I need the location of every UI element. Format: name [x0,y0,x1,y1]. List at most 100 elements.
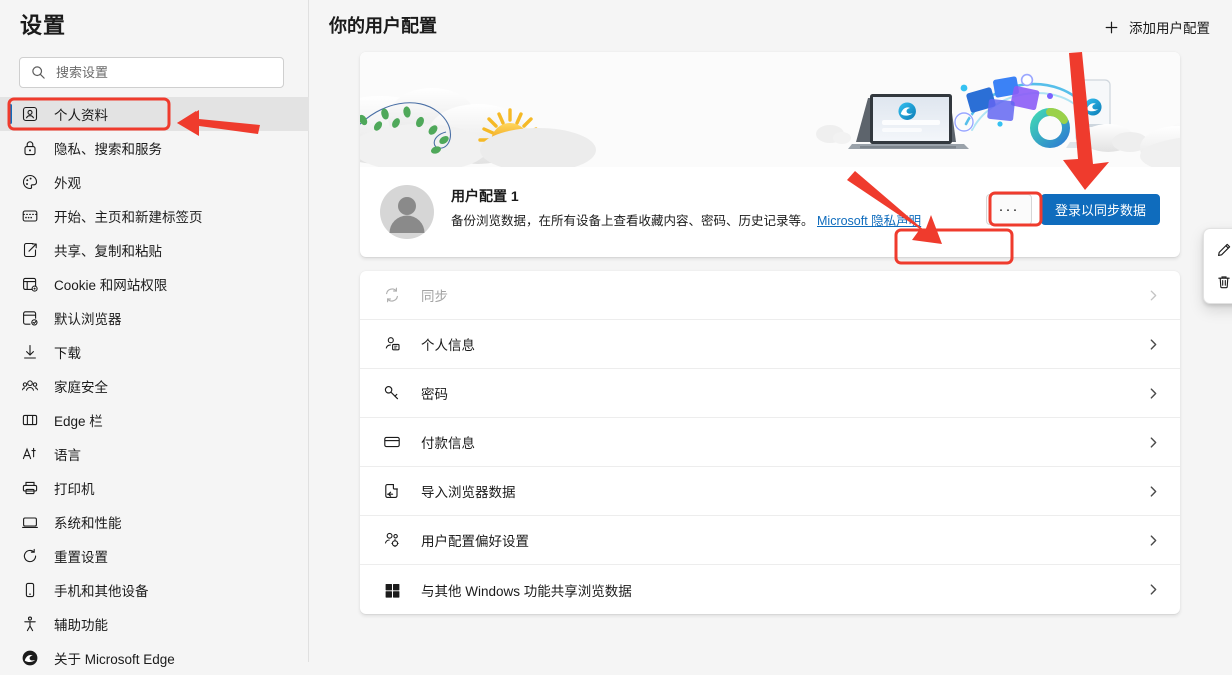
sidebar-item-label: 下载 [54,342,81,362]
system-icon [20,512,40,532]
sidebar-item-label: 关于 Microsoft Edge [54,648,175,668]
window-icon [20,206,40,226]
sidebar-item-edge-bar[interactable]: Edge 栏 [0,403,309,437]
page-title: 你的用户配置 [329,12,437,38]
default-browser-icon [20,308,40,328]
sidebar-item-system-performance[interactable]: 系统和性能 [0,505,309,539]
sidebar-nav-list: 个人资料 隐私、搜索和服务 [0,97,309,675]
sidebar-item-profile[interactable]: 个人资料 [0,97,309,131]
context-menu-item-edit[interactable]: 编辑 [1204,234,1232,266]
sidebar-item-accessibility[interactable]: 辅助功能 [0,607,309,641]
share-icon [20,240,40,260]
profile-prefs-icon [382,530,402,550]
sidebar-item-family-safety[interactable]: 家庭安全 [0,369,309,403]
settings-row-label: 个人信息 [421,334,1147,354]
sidebar-item-share-copy-paste[interactable]: 共享、复制和粘贴 [0,233,309,267]
sidebar-item-label: 隐私、搜索和服务 [54,138,162,158]
sidebar-item-phone-other-devices[interactable]: 手机和其他设备 [0,573,309,607]
settings-row-payment-info[interactable]: 付款信息 [360,418,1180,467]
sidebar-item-cookies[interactable]: Cookie 和网站权限 [0,267,309,301]
settings-row-label: 密码 [421,383,1147,403]
reset-icon [20,546,40,566]
chevron-right-icon [1147,289,1160,302]
sidebar-item-label: 重置设置 [54,546,108,566]
profile-icon [20,104,40,124]
sidebar-item-appearance[interactable]: 外观 [0,165,309,199]
lock-icon [20,138,40,158]
settings-row-label: 付款信息 [421,432,1147,452]
sidebar-item-downloads[interactable]: 下载 [0,335,309,369]
settings-row-profile-preferences[interactable]: 用户配置偏好设置 [360,516,1180,565]
chevron-right-icon [1147,534,1160,547]
context-menu-item-delete[interactable]: 删除 [1204,266,1232,298]
settings-row-label: 导入浏览器数据 [421,481,1147,501]
more-options-button[interactable]: ··· [986,194,1032,225]
sidebar-item-label: 系统和性能 [54,512,122,532]
profile-card: 用户配置 1 备份浏览数据，在所有设备上查看收藏内容、密码、历史记录等。 Mic… [360,52,1180,257]
sidebar-item-default-browser[interactable]: 默认浏览器 [0,301,309,335]
sidebar: 设置 个人资料 [0,0,309,662]
palette-icon [20,172,40,192]
chevron-right-icon [1147,387,1160,400]
more-dots-icon: ··· [998,205,1019,215]
sidebar-item-label: 语言 [54,444,81,464]
windows-icon [382,580,402,600]
privacy-statement-link[interactable]: Microsoft 隐私声明 [817,214,921,228]
profile-context-menu: 编辑 删除 [1203,228,1232,304]
edge-bar-icon [20,410,40,430]
sidebar-item-printers[interactable]: 打印机 [0,471,309,505]
sidebar-item-label: 开始、主页和新建标签页 [54,206,203,226]
profile-settings-list: 同步 个人信息 [360,271,1180,614]
page-title-settings: 设置 [20,8,66,40]
search-icon [31,65,46,80]
settings-row-sync[interactable]: 同步 [360,271,1180,320]
settings-row-personal-info[interactable]: 个人信息 [360,320,1180,369]
settings-row-label: 同步 [421,285,1147,305]
profile-description-text: 备份浏览数据，在所有设备上查看收藏内容、密码、历史记录等。 [451,214,814,228]
sidebar-item-privacy[interactable]: 隐私、搜索和服务 [0,131,309,165]
download-icon [20,342,40,362]
phone-icon [20,580,40,600]
sidebar-item-label: 手机和其他设备 [54,580,149,600]
chevron-right-icon [1147,583,1160,596]
settings-row-share-with-windows[interactable]: 与其他 Windows 功能共享浏览数据 [360,565,1180,614]
sidebar-item-label: Edge 栏 [54,410,103,430]
profile-actions: ··· 登录以同步数据 [986,194,1160,225]
chevron-right-icon [1147,338,1160,351]
profile-row: 用户配置 1 备份浏览数据，在所有设备上查看收藏内容、密码、历史记录等。 Mic… [360,167,1180,257]
sidebar-item-languages[interactable]: 语言 [0,437,309,471]
sidebar-item-label: 共享、复制和粘贴 [54,240,162,260]
chevron-right-icon [1147,485,1160,498]
language-icon [20,444,40,464]
plus-icon [1104,20,1119,35]
cookie-permissions-icon [20,274,40,294]
sign-in-sync-button[interactable]: 登录以同步数据 [1041,194,1160,225]
printer-icon [20,478,40,498]
main-content: 你的用户配置 添加用户配置 [309,0,1232,662]
avatar [380,185,434,239]
add-profile-button[interactable]: 添加用户配置 [1104,17,1210,37]
sidebar-item-label: 默认浏览器 [54,308,122,328]
settings-row-import-browser-data[interactable]: 导入浏览器数据 [360,467,1180,516]
search-box[interactable] [19,57,284,88]
sidebar-item-about-edge[interactable]: 关于 Microsoft Edge [0,641,309,675]
settings-row-label: 用户配置偏好设置 [421,530,1147,550]
settings-row-label: 与其他 Windows 功能共享浏览数据 [421,580,1147,600]
family-icon [20,376,40,396]
edge-logo-icon [20,648,40,668]
accessibility-icon [20,614,40,634]
search-input[interactable] [56,63,256,83]
profile-description: 备份浏览数据，在所有设备上查看收藏内容、密码、历史记录等。 Microsoft … [451,211,996,231]
pencil-icon [1216,242,1232,258]
settings-app: 设置 个人资料 [0,0,1232,662]
card-icon [382,432,402,452]
add-profile-label: 添加用户配置 [1129,17,1210,37]
sidebar-item-reset-settings[interactable]: 重置设置 [0,539,309,573]
settings-row-passwords[interactable]: 密码 [360,369,1180,418]
sidebar-item-label: 打印机 [54,478,95,498]
sync-icon [382,285,402,305]
sidebar-item-start-home-newtab[interactable]: 开始、主页和新建标签页 [0,199,309,233]
personal-info-icon [382,334,402,354]
profile-banner-illustration [360,52,1180,167]
sidebar-item-label: 家庭安全 [54,376,108,396]
